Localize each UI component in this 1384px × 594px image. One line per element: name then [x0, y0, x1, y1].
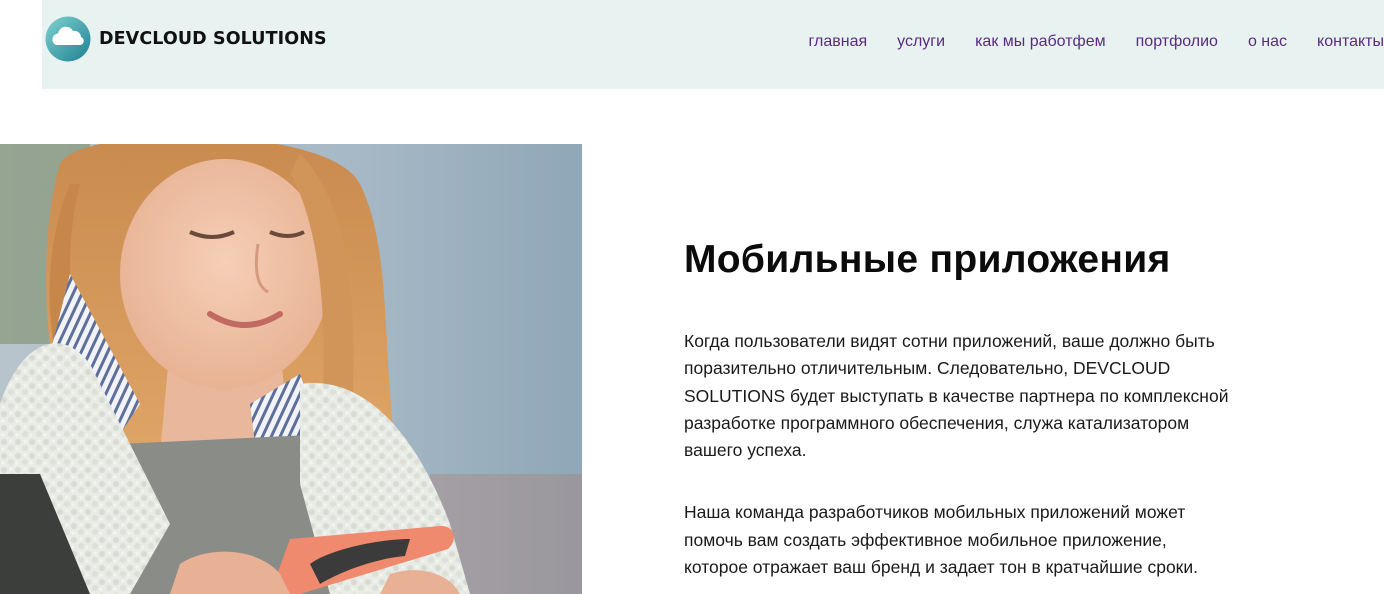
nav-link-services[interactable]: услуги	[897, 33, 945, 51]
nav-link-portfolio[interactable]: портфолио	[1136, 33, 1218, 51]
nav-link-how-we-work[interactable]: как мы работфем	[975, 33, 1106, 51]
intro-paragraph: Когда пользователи видят сотни приложени…	[684, 331, 1229, 461]
nav-link-contacts[interactable]: контакты	[1317, 33, 1384, 51]
main-content: Мобильные приложения Когда пользователи …	[684, 236, 1244, 581]
brand-name: DEVCLOUD SOLUTIONS	[99, 29, 327, 49]
nav-link-about[interactable]: о нас	[1248, 33, 1287, 51]
team-paragraph: Наша команда разработчиков мобильных при…	[684, 502, 1198, 578]
cloud-logo-icon	[45, 16, 91, 62]
woman-with-phone-photo	[0, 144, 582, 594]
nav-link-home[interactable]: главная	[809, 33, 868, 51]
site-header: DEVCLOUD SOLUTIONS главная услуги как мы…	[42, 0, 1384, 89]
page-title: Мобильные приложения	[684, 238, 1171, 281]
main-nav: главная услуги как мы работфем портфолио…	[779, 33, 1384, 51]
brand-logo[interactable]: DEVCLOUD SOLUTIONS	[45, 16, 327, 62]
